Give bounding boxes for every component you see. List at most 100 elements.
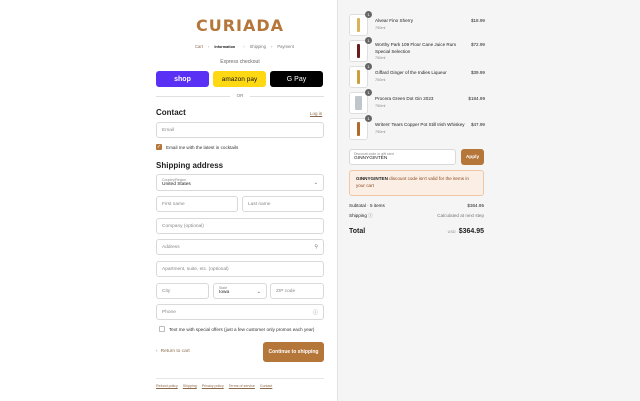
help-icon[interactable]: ⓘ: [313, 309, 318, 316]
contact-link[interactable]: Contact: [260, 384, 272, 388]
item-name: Procera Green Dot Gin 2023: [375, 96, 434, 101]
currency-code: USD: [447, 230, 456, 234]
item-price: $39.99: [470, 70, 485, 75]
chevron-left-icon: ‹: [156, 349, 158, 354]
last-name-field[interactable]: Last name: [242, 196, 324, 212]
first-name-field[interactable]: First name: [156, 196, 238, 212]
discount-error-message: GINNYGINTEN discount code isn't valid fo…: [349, 170, 484, 196]
brand-logo[interactable]: CURIADA: [196, 16, 284, 35]
chevron-right-icon: ›: [270, 44, 273, 49]
product-thumbnail: [349, 92, 368, 114]
state-value: Iowa: [219, 290, 230, 295]
address-placeholder: Address: [162, 244, 180, 250]
first-name-placeholder: First name: [162, 201, 185, 207]
item-name: Writers' Tears Copper Pot Still Irish Wh…: [375, 122, 465, 127]
search-icon: ⚲: [314, 244, 318, 250]
state-select[interactable]: State Iowa ⌄: [213, 283, 267, 299]
terms-link[interactable]: Terms of service: [229, 384, 255, 388]
item-price: $72.99: [470, 42, 485, 47]
amazon-pay-button[interactable]: amazon pay: [213, 71, 266, 87]
sms-label: Text me with special offers (just a few …: [169, 326, 315, 332]
item-variant: 750ml: [375, 77, 386, 82]
apartment-placeholder: Apartment, suite, etc. (optional): [162, 266, 229, 272]
chevron-right-icon: ›: [243, 44, 245, 49]
login-link[interactable]: Log in: [310, 111, 322, 116]
continue-to-shipping-button[interactable]: Continue to shipping: [263, 342, 324, 362]
bottle-icon: [357, 18, 360, 32]
apartment-field[interactable]: Apartment, suite, etc. (optional): [156, 261, 324, 277]
item-name: Worthy Park 109 Floor Cane Juice Rum Spe…: [375, 42, 457, 54]
checkout-form-panel: CURIADA Cart › Information › Shipping › …: [0, 0, 337, 401]
discount-value: GINNYGINTEN: [354, 156, 388, 161]
breadcrumb-shipping: Shipping: [249, 44, 266, 49]
breadcrumb-information: Information: [214, 44, 236, 49]
item-variant: 750ml: [375, 103, 386, 108]
newsletter-label: Email me with the latest in cocktails: [166, 144, 239, 150]
privacy-policy-link[interactable]: Privacy policy: [202, 384, 224, 388]
quantity-badge: 1: [365, 63, 372, 70]
country-value: United States: [162, 181, 191, 187]
return-to-cart-link[interactable]: ‹ Return to cart: [156, 349, 190, 354]
phone-field[interactable]: Phone ⓘ: [156, 304, 324, 320]
email-placeholder: Email: [162, 127, 174, 133]
sms-option[interactable]: Text me with special offers (just a few …: [159, 326, 314, 332]
return-label: Return to cart: [160, 349, 190, 354]
shop-pay-button[interactable]: shop: [156, 71, 209, 87]
zip-field[interactable]: ZIP code: [270, 283, 324, 299]
help-icon[interactable]: ⓘ: [368, 213, 373, 218]
bottle-icon: [355, 96, 362, 110]
bottle-icon: [357, 122, 360, 136]
cart-item: 1 Procera Green Dot Gin 2023 750ml $184.9…: [349, 89, 485, 114]
chevron-down-icon: ⌄: [256, 289, 261, 295]
item-variant: 750ml: [375, 129, 386, 134]
quantity-badge: 1: [365, 89, 372, 96]
newsletter-option[interactable]: ✓ Email me with the latest in cocktails: [156, 144, 238, 150]
shipping-value: Calculated at next step: [437, 213, 484, 218]
quantity-badge: 1: [365, 11, 372, 18]
quantity-badge: 1: [365, 115, 372, 122]
cart-item: 1 Alvear Fino Sherry 750ml $18.99: [349, 11, 485, 36]
item-variant: 750ml: [375, 56, 386, 60]
item-price: $18.99: [470, 18, 485, 23]
bottle-icon: [357, 44, 360, 58]
express-checkout-label: Express checkout: [220, 59, 260, 65]
city-placeholder: City: [162, 288, 171, 294]
subtotal-row: Subtotal · 5 items $364.95: [349, 203, 484, 208]
item-name: Alvear Fino Sherry: [375, 18, 414, 23]
email-field[interactable]: Email: [156, 122, 324, 138]
subtotal-value: $364.95: [467, 203, 484, 208]
company-placeholder: Company (optional): [162, 223, 204, 229]
google-pay-button[interactable]: G Pay: [270, 71, 323, 87]
item-name: Giffard Ginger of the Indies Liqueur: [375, 70, 447, 75]
breadcrumb-payment: Payment: [277, 44, 294, 49]
sms-checkbox[interactable]: [159, 326, 165, 332]
item-price: $184.99: [468, 96, 485, 101]
shipping-label: Shipping: [349, 213, 367, 218]
company-field[interactable]: Company (optional): [156, 218, 324, 234]
shipping-policy-link[interactable]: Shipping: [183, 384, 197, 388]
address-field[interactable]: Address ⚲: [156, 239, 324, 255]
country-select[interactable]: Country/Region United States ⌄: [156, 174, 324, 191]
zip-placeholder: ZIP code: [276, 288, 296, 294]
item-price: $47.99: [470, 122, 485, 127]
bottle-icon: [357, 70, 360, 84]
refund-policy-link[interactable]: Refund policy: [156, 384, 178, 388]
breadcrumb: Cart › Information › Shipping › Payment: [195, 44, 294, 49]
newsletter-checkbox[interactable]: ✓: [156, 144, 162, 150]
policy-footer: Refund policy Shipping Privacy policy Te…: [156, 378, 324, 388]
last-name-placeholder: Last name: [248, 201, 271, 207]
product-thumbnail: [349, 118, 368, 140]
cart-item: 1 Writers' Tears Copper Pot Still Irish …: [349, 115, 485, 140]
apply-discount-button[interactable]: Apply: [461, 149, 484, 165]
subtotal-label: Subtotal · 5 items: [349, 203, 385, 208]
shipping-row: Shipping ⓘ Calculated at next step: [349, 213, 484, 219]
city-field[interactable]: City: [156, 283, 209, 299]
phone-placeholder: Phone: [162, 309, 176, 315]
breadcrumb-cart[interactable]: Cart: [195, 44, 203, 49]
discount-code-field[interactable]: Discount code or gift card GINNYGINTEN: [349, 149, 456, 165]
total-row: Total USD $364.95: [349, 228, 484, 235]
chevron-right-icon: ›: [207, 44, 210, 49]
cart-item: 1 Worthy Park 109 Floor Cane Juice Rum S…: [349, 37, 485, 62]
or-divider: OR: [156, 93, 324, 98]
product-thumbnail: [349, 66, 368, 88]
